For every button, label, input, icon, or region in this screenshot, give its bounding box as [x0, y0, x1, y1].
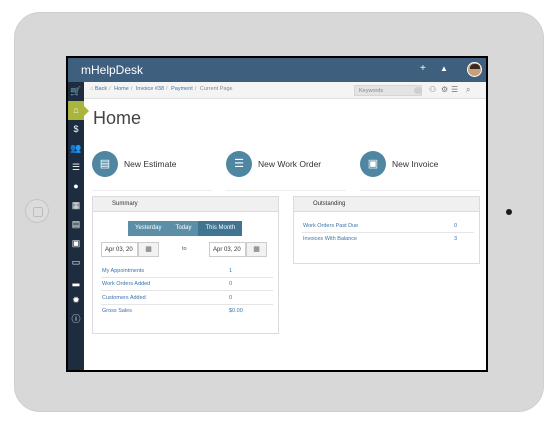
- money-icon[interactable]: ▣: [68, 234, 84, 253]
- user-avatar[interactable]: [467, 62, 482, 77]
- info-icon[interactable]: ⓘ: [68, 310, 84, 329]
- breadcrumb-invoice[interactable]: Invoice #38: [136, 86, 164, 92]
- credit-card-icon[interactable]: ▭: [68, 253, 84, 272]
- bar-chart-icon[interactable]: ▂: [68, 272, 84, 291]
- row-label: My Appointments: [102, 268, 145, 274]
- row-value: 1: [229, 268, 233, 274]
- tablet-home-button[interactable]: [25, 199, 49, 223]
- app-window: mHelpDesk + ▲ 🛒 ⌂ $ 👥 ☰ ● ▦ ▤ ▣ ▭ ▂ ✹ ⓘ ⌂ Back / Home…: [68, 58, 486, 370]
- breadcrumb-current: Current Page: [199, 86, 233, 92]
- page-title: Home: [93, 108, 142, 128]
- plus-icon[interactable]: +: [420, 63, 426, 75]
- row-label: Work Orders Added: [102, 281, 151, 287]
- date-from-input[interactable]: Apr 03, 20: [101, 242, 138, 257]
- users-icon[interactable]: ⚇: [429, 85, 436, 94]
- table-row[interactable]: Customers Added 0: [101, 292, 273, 305]
- row-label: Customers Added: [102, 295, 146, 301]
- list-icon[interactable]: ☰: [68, 158, 84, 177]
- back-icon[interactable]: ⌂: [90, 86, 93, 92]
- dollar-icon[interactable]: $: [68, 120, 84, 139]
- cart-icon[interactable]: 🛒: [68, 82, 84, 101]
- gear-icon[interactable]: ✹: [68, 291, 84, 310]
- calendar-icon[interactable]: ▦: [246, 242, 267, 257]
- tablet-camera: [506, 209, 512, 215]
- calculator-icon[interactable]: ▤: [68, 215, 84, 234]
- tablet-screen: mHelpDesk + ▲ 🛒 ⌂ $ 👥 ☰ ● ▦ ▤ ▣ ▭ ▂ ✹ ⓘ ⌂ Back / Home…: [66, 56, 488, 372]
- breadcrumb: ⌂ Back / Home / Invoice #38/ Payment / Curr…: [90, 86, 233, 92]
- table-row[interactable]: Invoices With Balance 3: [302, 233, 474, 246]
- breadcrumb-bar: ⌂ Back / Home / Invoice #38/ Payment / Curr…: [84, 82, 486, 99]
- app-title: mHelpDesk: [81, 63, 144, 77]
- range-today[interactable]: Today: [168, 221, 199, 236]
- row-value: 0: [454, 223, 458, 229]
- row-value: 0: [229, 295, 233, 301]
- search-input[interactable]: Keywords: [354, 85, 422, 96]
- range-this-month[interactable]: This Month: [198, 221, 243, 236]
- search-toggle[interactable]: [414, 87, 422, 94]
- new-work-order-button[interactable]: ☰ New Work Order: [226, 151, 346, 191]
- new-invoice-label: New Invoice: [392, 159, 439, 169]
- summary-title: Summary: [93, 197, 278, 212]
- date-to-input[interactable]: Apr 03, 20: [209, 242, 246, 257]
- list-icon: ☰: [226, 151, 252, 177]
- summary-panel: Summary Yesterday Today This Month Apr 0…: [92, 196, 279, 334]
- row-value: $0.00: [229, 308, 243, 314]
- outstanding-title: Outstanding: [294, 197, 479, 212]
- table-row[interactable]: Work Orders Added 0: [101, 278, 273, 291]
- row-value: 0: [229, 281, 233, 287]
- list-view-icon[interactable]: ☰: [451, 85, 458, 94]
- new-estimate-label: New Estimate: [124, 159, 177, 169]
- table-row[interactable]: Gross Sales $0.00: [101, 305, 273, 318]
- table-row[interactable]: My Appointments 1: [101, 265, 273, 278]
- calculator-icon: ▤: [92, 151, 118, 177]
- top-navigation-bar: mHelpDesk + ▲: [68, 58, 486, 82]
- table-row[interactable]: Work Orders Past Due 0: [302, 220, 474, 233]
- sidebar: 🛒 ⌂ $ 👥 ☰ ● ▦ ▤ ▣ ▭ ▂ ✹ ⓘ: [68, 82, 89, 370]
- new-estimate-button[interactable]: ▤ New Estimate: [92, 151, 212, 191]
- search-icon[interactable]: ⌕: [466, 85, 470, 95]
- bell-icon[interactable]: ▲: [440, 63, 448, 75]
- row-value: 3: [454, 236, 458, 242]
- home-icon[interactable]: ⌂: [68, 101, 89, 120]
- to-label: to: [182, 246, 187, 252]
- calendar-icon[interactable]: ▦: [68, 196, 84, 215]
- row-label: Gross Sales: [102, 308, 132, 314]
- row-label: Work Orders Past Due: [303, 223, 359, 229]
- new-invoice-button[interactable]: ▣ New Invoice: [360, 151, 480, 191]
- calendar-icon[interactable]: ▦: [138, 242, 159, 257]
- users-icon[interactable]: 👥: [68, 139, 84, 158]
- date-range-selector: Yesterday Today This Month: [128, 221, 243, 236]
- invoice-icon: ▣: [360, 151, 386, 177]
- breadcrumb-back[interactable]: Back: [95, 86, 107, 92]
- settings-icon[interactable]: ⚙: [441, 85, 448, 94]
- range-yesterday[interactable]: Yesterday: [128, 221, 169, 236]
- outstanding-panel: Outstanding Work Orders Past Due 0 Invoi…: [293, 196, 480, 264]
- new-work-order-label: New Work Order: [258, 159, 322, 169]
- breadcrumb-home[interactable]: Home: [114, 86, 129, 92]
- breadcrumb-payment[interactable]: Payment: [171, 86, 193, 92]
- map-pin-icon[interactable]: ●: [68, 177, 84, 196]
- row-label: Invoices With Balance: [303, 236, 358, 242]
